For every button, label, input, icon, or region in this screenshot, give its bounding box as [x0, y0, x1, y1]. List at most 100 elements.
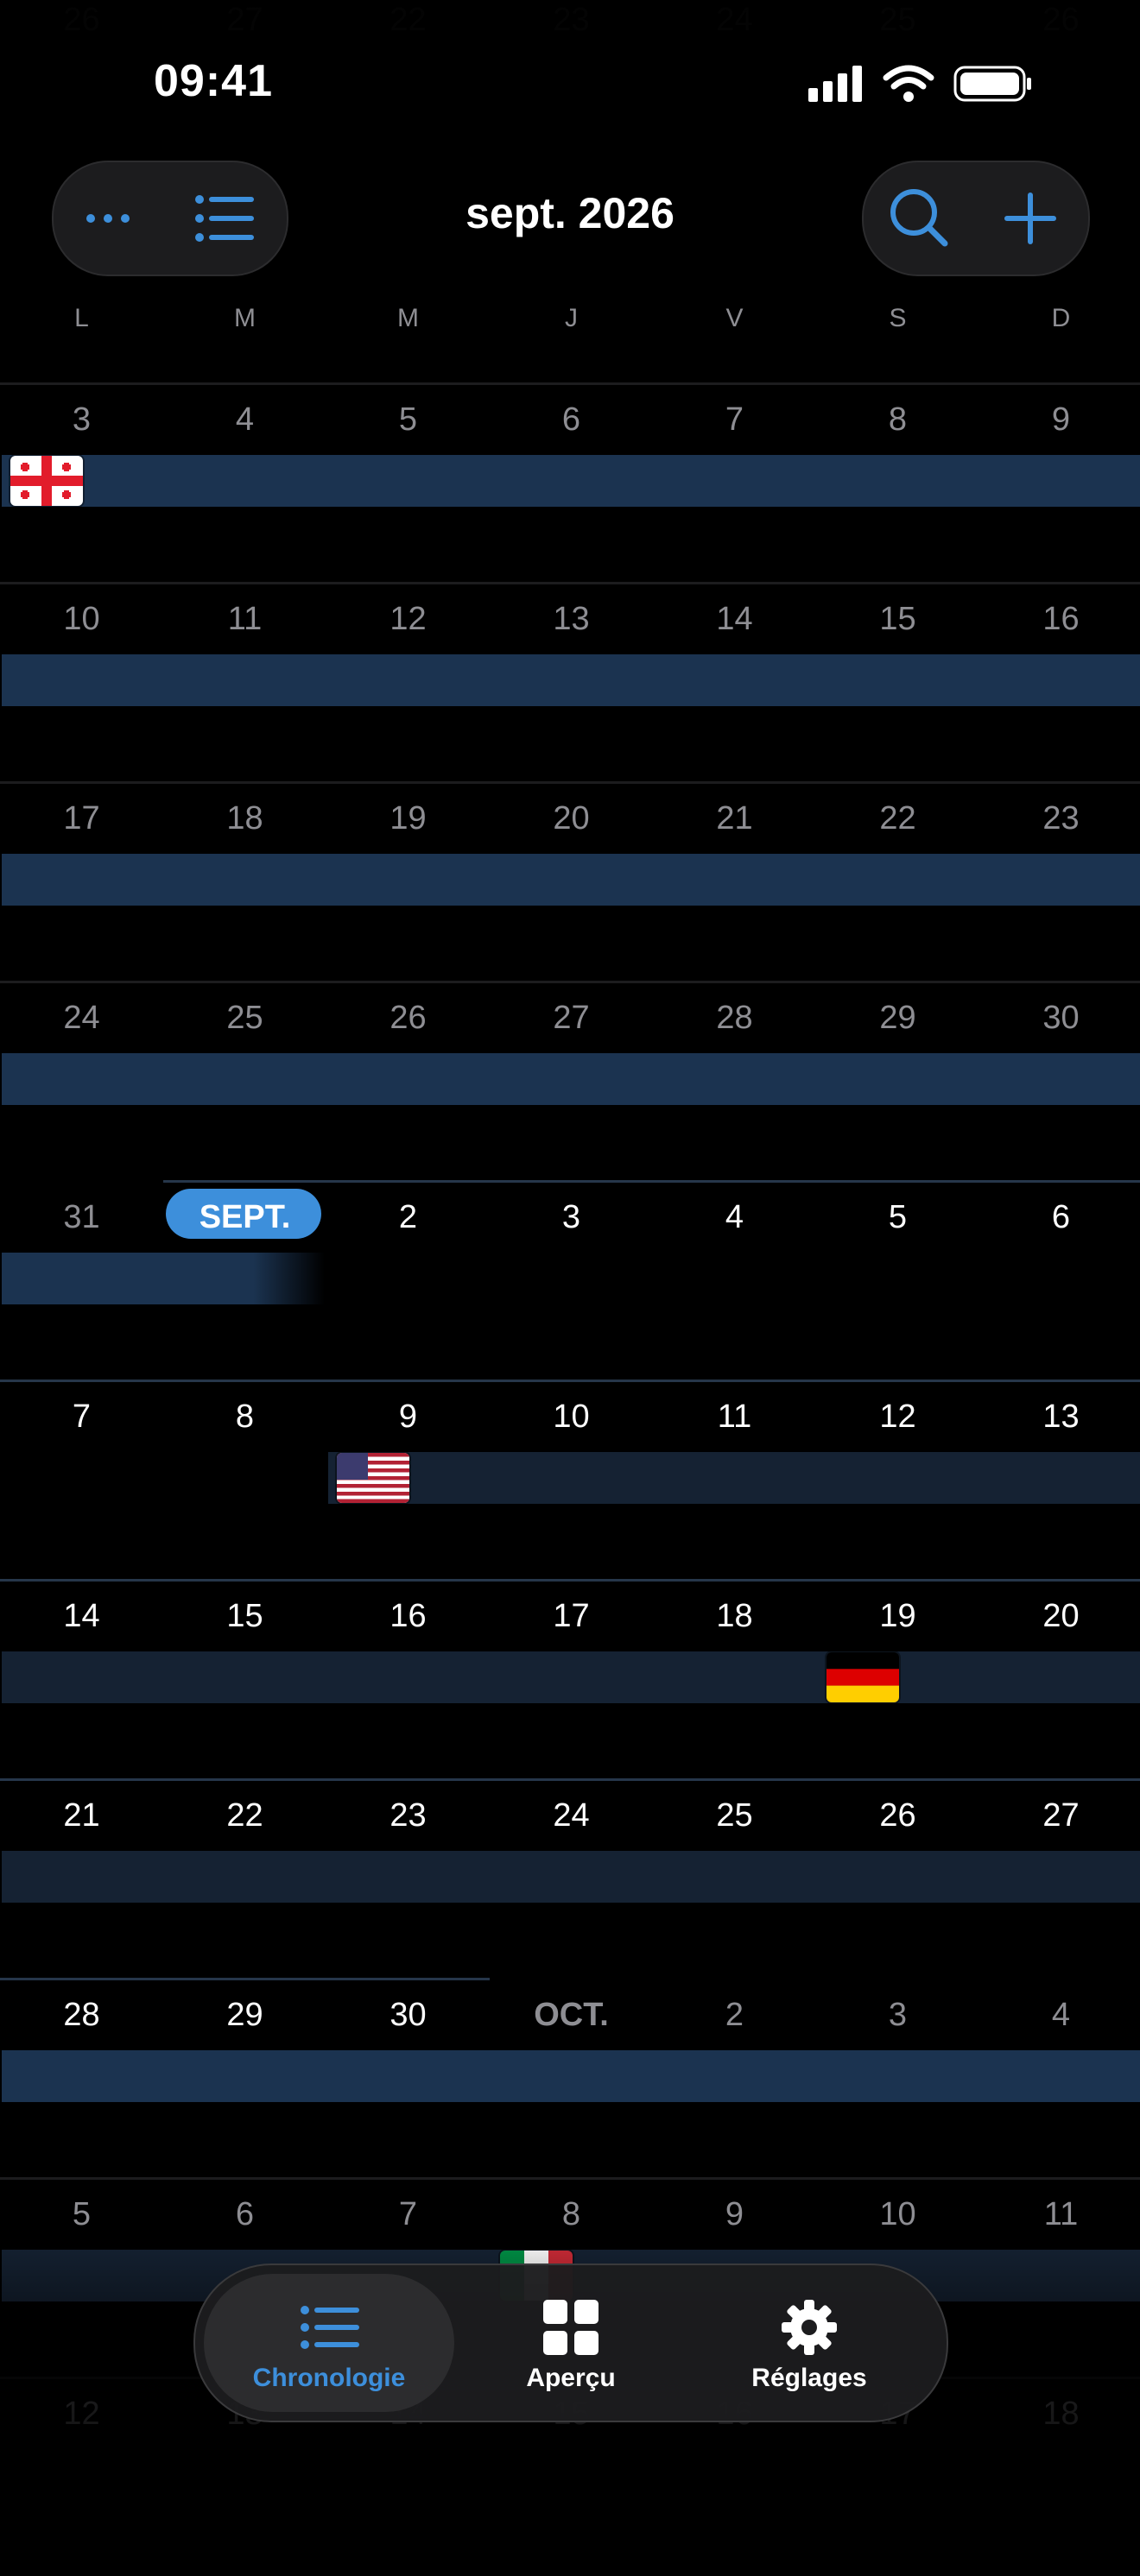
day-cell[interactable]: 7 — [653, 401, 816, 439]
tab-reglages[interactable]: Réglages — [684, 2265, 934, 2421]
trip-band[interactable] — [2, 854, 1140, 906]
day-cell[interactable]: 27 — [490, 1000, 653, 1037]
day-cell[interactable]: 8 — [163, 1398, 326, 1436]
tab-label: Réglages — [751, 2364, 867, 2392]
day-cell[interactable]: 20 — [979, 1598, 1140, 1635]
tab-chronologie[interactable]: Chronologie — [204, 2274, 454, 2412]
day-cell[interactable]: 6 — [979, 1199, 1140, 1236]
day-cell[interactable]: 19 — [816, 1598, 979, 1635]
day-cell[interactable]: 14 — [0, 1598, 163, 1635]
day-cell[interactable]: 11 — [163, 601, 326, 638]
trip-band[interactable] — [2, 1851, 1140, 1903]
day-cell[interactable]: 26 — [326, 1000, 490, 1037]
day-cell[interactable]: 14 — [653, 601, 816, 638]
month-title[interactable]: sept. 2026 — [397, 188, 743, 238]
day-cell[interactable]: 20 — [490, 800, 653, 837]
day-cell[interactable]: 3 — [816, 1997, 979, 2034]
day-cell[interactable]: 25 — [163, 1000, 326, 1037]
day-cell[interactable]: 16 — [979, 601, 1140, 638]
day-cell[interactable]: 3 — [490, 1199, 653, 1236]
day-cell[interactable]: 5 — [326, 401, 490, 439]
day-cell[interactable]: 5 — [0, 2196, 163, 2233]
day-cell[interactable]: 7 — [326, 2196, 490, 2233]
trip-band[interactable] — [2, 2050, 1140, 2102]
trip-band[interactable] — [2, 654, 1140, 706]
day-cell[interactable]: 30 — [979, 1000, 1140, 1037]
day-cell[interactable]: 18 — [163, 800, 326, 837]
day-cell[interactable]: 3 — [0, 401, 163, 439]
day-cell[interactable]: OCT. — [490, 1997, 653, 2034]
day-cell[interactable]: 10 — [490, 1398, 653, 1436]
day-cell[interactable]: 13 — [490, 601, 653, 638]
week-separator — [0, 1380, 1140, 1382]
day-cell[interactable]: 24 — [0, 1000, 163, 1037]
trip-band[interactable] — [328, 1452, 1140, 1504]
day-cell[interactable]: 31 — [0, 1199, 163, 1236]
day-cell[interactable]: 6 — [163, 2196, 326, 2233]
day-cell[interactable]: 13 — [979, 1398, 1140, 1436]
add-button[interactable] — [974, 162, 1086, 275]
day-cell[interactable]: 18 — [653, 1598, 816, 1635]
week-separator — [0, 382, 1140, 385]
day-cell[interactable]: 8 — [816, 401, 979, 439]
day-cell[interactable]: 22 — [163, 1797, 326, 1834]
weekday-label: L — [74, 304, 89, 332]
search-button[interactable] — [864, 162, 976, 275]
trip-band[interactable] — [2, 1253, 325, 1304]
day-cell[interactable]: 6 — [490, 401, 653, 439]
day-cell[interactable]: 19 — [326, 800, 490, 837]
view-options-pill — [52, 161, 288, 276]
day-cell[interactable]: 11 — [653, 1398, 816, 1436]
tab-apercu[interactable]: Aperçu — [446, 2265, 696, 2421]
day-cell[interactable]: 4 — [653, 1199, 816, 1236]
day-cell[interactable]: 8 — [490, 2196, 653, 2233]
search-icon — [890, 189, 948, 247]
day-cell[interactable]: 10 — [0, 601, 163, 638]
day-cell[interactable]: 2 — [653, 1997, 816, 2034]
day-cell[interactable]: 4 — [979, 1997, 1140, 2034]
day-cell[interactable]: 29 — [163, 1997, 326, 2034]
day-cell[interactable]: 24 — [490, 1797, 653, 1834]
day-cell[interactable]: 9 — [979, 401, 1140, 439]
day-cell[interactable]: 16 — [326, 1598, 490, 1635]
day-cell[interactable]: 23 — [326, 1797, 490, 1834]
week-separator — [0, 1579, 1140, 1582]
day-cell[interactable]: 17 — [0, 800, 163, 837]
day-cell[interactable]: 12 — [816, 1398, 979, 1436]
day-cell[interactable]: 9 — [326, 1398, 490, 1436]
week-row: 17 18 19 20 21 22 23 — [0, 781, 1140, 981]
day-cell[interactable]: 28 — [653, 1000, 816, 1037]
day-cell[interactable]: 11 — [979, 2196, 1140, 2233]
day-cell[interactable]: 30 — [326, 1997, 490, 2034]
day-cell[interactable]: 9 — [653, 2196, 816, 2233]
calendar-grid[interactable]: 26272223242526 3456789101112131415161718… — [0, 0, 1140, 2476]
day-cell[interactable]: 5 — [816, 1199, 979, 1236]
week-row: 3456789 — [0, 382, 1140, 582]
day-cell[interactable]: 10 — [816, 2196, 979, 2233]
day-cell[interactable]: 26 — [816, 1797, 979, 1834]
day-cell[interactable]: 15 — [816, 601, 979, 638]
list-view-button[interactable] — [162, 162, 275, 275]
day-cell[interactable]: 7 — [0, 1398, 163, 1436]
day-cell[interactable]: 4 — [163, 401, 326, 439]
day-cell[interactable]: 12 — [326, 601, 490, 638]
day-cell[interactable]: 22 — [816, 800, 979, 837]
trip-band[interactable] — [2, 455, 1140, 507]
ellipsis-icon — [86, 214, 130, 223]
day-cell[interactable]: 29 — [816, 1000, 979, 1037]
more-button[interactable] — [54, 162, 166, 275]
day-cell[interactable]: 17 — [490, 1598, 653, 1635]
day-cell[interactable]: 2 — [326, 1199, 490, 1236]
day-cell[interactable]: 27 — [979, 1797, 1140, 1834]
day-cell[interactable]: 21 — [653, 800, 816, 837]
day-cell[interactable]: SEPT. — [163, 1199, 326, 1236]
day-cell[interactable]: 23 — [979, 800, 1140, 837]
day-cell[interactable]: 28 — [0, 1997, 163, 2034]
list-icon — [301, 2306, 359, 2349]
day-cell[interactable]: 21 — [0, 1797, 163, 1834]
day-cell[interactable]: 15 — [163, 1598, 326, 1635]
trip-band[interactable] — [2, 1651, 1140, 1703]
germany-flag-icon — [826, 1652, 899, 1702]
day-cell[interactable]: 25 — [653, 1797, 816, 1834]
trip-band[interactable] — [2, 1053, 1140, 1105]
